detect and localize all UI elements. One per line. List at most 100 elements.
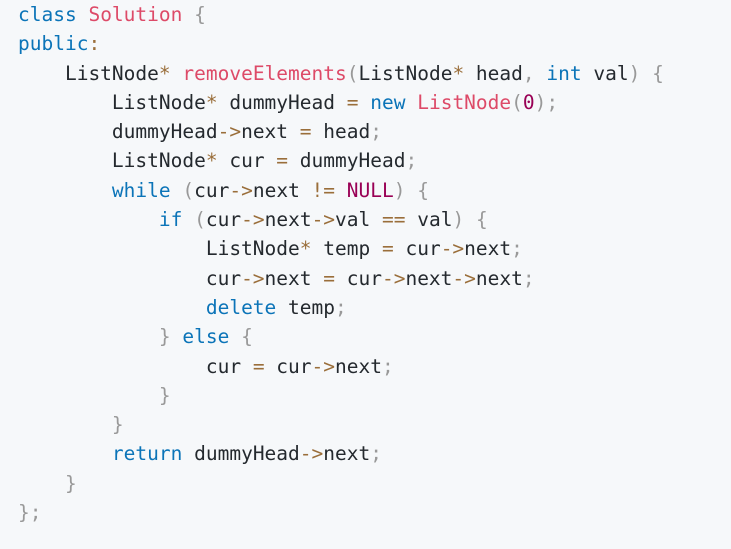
code-line: } else { [18, 322, 731, 351]
code-token: ( [346, 61, 359, 85]
code-token: -> [381, 266, 406, 290]
code-token: ; [370, 120, 382, 144]
code-token: -> [311, 354, 336, 378]
code-line: delete temp; [18, 293, 731, 322]
code-token: * [205, 90, 218, 114]
code-line: ListNode* cur = dummyHead; [18, 146, 731, 175]
code-token: ; [370, 442, 382, 466]
code-token: head [311, 120, 371, 144]
code-token: return [111, 442, 183, 466]
code-line: if (cur->next->val == val) { [18, 205, 731, 234]
code-line: class Solution { [18, 0, 731, 29]
code-token: next [264, 208, 312, 232]
code-token: 0 [522, 90, 535, 114]
code-token: else [182, 325, 230, 349]
code-token: -> [241, 266, 265, 290]
code-token: next [475, 266, 523, 290]
code-line: dummyHead->next = head; [18, 117, 731, 146]
code-token: * [452, 61, 465, 85]
code-token: ; [511, 237, 523, 261]
code-line: public: [18, 29, 731, 58]
code-token: { [475, 208, 488, 232]
code-token: next [241, 120, 300, 144]
code-token: next [335, 354, 382, 378]
code-token: ListNode [18, 149, 206, 173]
code-token: -> [440, 237, 465, 261]
code-token: ListNode [18, 237, 300, 261]
code-token: { [417, 178, 429, 202]
code-token: } [158, 325, 171, 349]
code-token: val [335, 208, 383, 232]
code-token: ) [393, 178, 406, 202]
code-token: next [264, 266, 324, 290]
code-token: ; [522, 266, 535, 290]
code-token: if [158, 208, 183, 232]
code-token: { [652, 61, 664, 85]
code-token: } [18, 501, 30, 525]
code-token: cur [194, 178, 230, 202]
code-token: -> [311, 208, 336, 232]
code-token: while [111, 178, 171, 202]
code-line: return dummyHead->next; [18, 439, 731, 468]
code-token: cur [335, 266, 382, 290]
code-token: temp [276, 295, 335, 319]
code-token: ) [534, 90, 547, 114]
code-line: while (cur->next != NULL) { [18, 176, 731, 205]
code-token: next [252, 178, 312, 202]
code-token: : [88, 32, 101, 56]
code-token: } [158, 383, 171, 407]
code-token: ListNode [417, 90, 512, 114]
code-token: ( [194, 208, 206, 232]
code-token: { [241, 325, 253, 349]
code-token: = [276, 149, 289, 173]
code-line: }; [18, 498, 731, 527]
code-token: ListNode [18, 90, 206, 114]
code-token: != [311, 178, 336, 202]
code-token: delete [205, 295, 277, 319]
code-token: ListNode [18, 61, 159, 85]
code-token: ListNode [358, 61, 453, 85]
code-token: ) [628, 61, 641, 85]
code-token: { [194, 3, 206, 26]
code-token: head [464, 61, 523, 85]
code-token: Solution [88, 3, 183, 26]
code-token: val [405, 208, 453, 232]
code-token: cur [264, 354, 312, 378]
code-token: cur [18, 354, 253, 378]
code-token: int [546, 61, 582, 85]
code-token: -> [217, 120, 242, 144]
code-token: NULL [346, 178, 394, 202]
code-token: next [464, 237, 512, 261]
code-token: cur [217, 149, 277, 173]
code-token: = [346, 90, 359, 114]
code-token: ; [381, 354, 394, 378]
code-token: dummyHead [182, 442, 300, 466]
code-block[interactable]: class Solution {public: ListNode* remove… [18, 0, 731, 527]
code-token: = [323, 266, 335, 290]
code-token: ; [546, 90, 559, 114]
code-token: dummyHead [18, 120, 218, 144]
code-token: * [158, 61, 171, 85]
code-token: next [405, 266, 453, 290]
code-token: ( [511, 90, 523, 114]
code-token: temp [311, 237, 382, 261]
code-token: == [382, 208, 406, 232]
code-line: ListNode* temp = cur->next; [18, 234, 731, 263]
code-token: cur [205, 208, 242, 232]
code-token: = [252, 354, 265, 378]
code-token: val [581, 61, 629, 85]
